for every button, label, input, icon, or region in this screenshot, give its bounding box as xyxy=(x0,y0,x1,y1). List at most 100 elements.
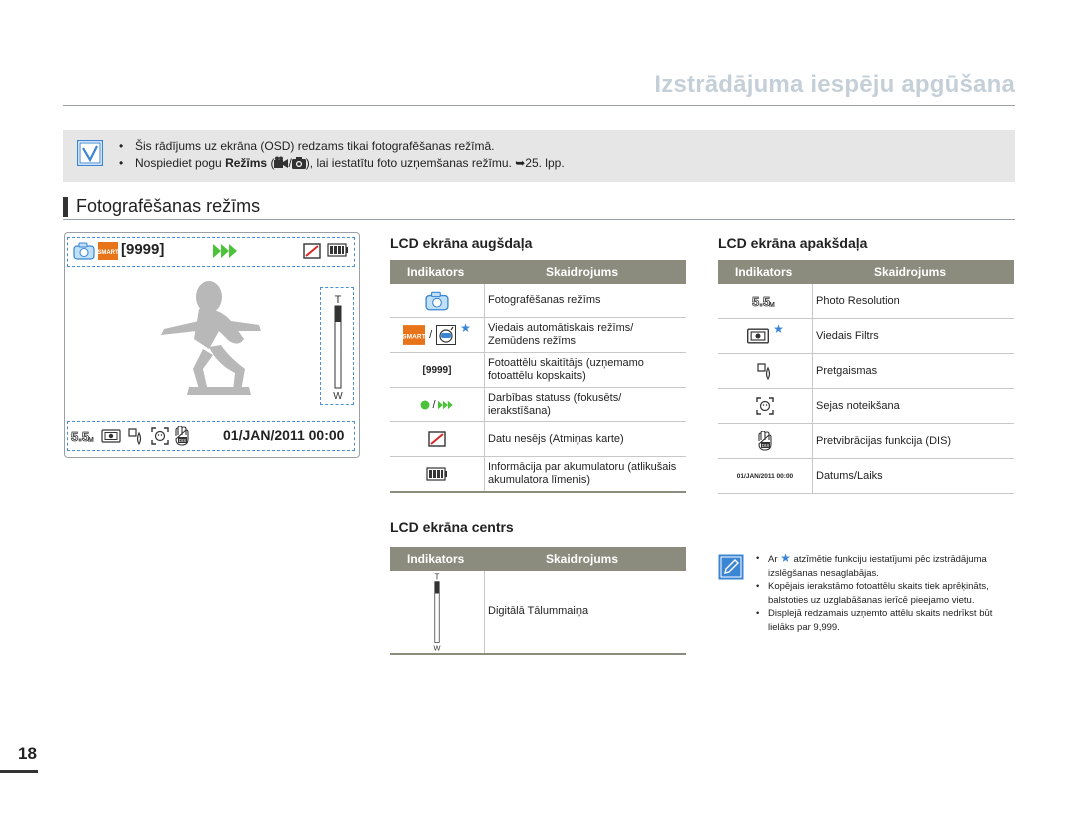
dis-icon: DIS xyxy=(758,431,772,451)
side-note-text: Displejā redzamais uzņemto attēlu skaits… xyxy=(768,608,993,633)
svg-text:T: T xyxy=(335,294,342,306)
row-description: Fotoattēlu skaitītājs (uzņemamo fotoattē… xyxy=(488,357,644,382)
row-indicator: TW xyxy=(390,571,484,653)
lcd-top-table: Indikators Skaidrojums Fotografēšanas re… xyxy=(390,260,686,493)
note-text-2b: ( xyxy=(267,156,275,170)
cell-divider xyxy=(812,389,813,423)
row-indicator: 5.5 M xyxy=(718,284,812,318)
svg-text:W: W xyxy=(434,644,441,652)
svg-text:SMART: SMART xyxy=(98,250,118,256)
cell-divider xyxy=(812,354,813,388)
row-description: Sejas noteikšana xyxy=(816,400,900,412)
section-heading: Fotografēšanas režīms xyxy=(63,194,1015,220)
page-number: 18 xyxy=(18,744,37,763)
table-bottom-line xyxy=(390,653,686,655)
battery-icon xyxy=(426,467,447,481)
cell-divider xyxy=(484,353,485,387)
svg-text:DIS: DIS xyxy=(179,438,187,443)
focus-dot-icon xyxy=(420,400,430,409)
note-text-2a: Nospiediet pogu xyxy=(135,156,226,170)
smart-auto-icon: SMART xyxy=(403,325,426,345)
svg-text:SMART: SMART xyxy=(403,333,425,340)
svg-text:T: T xyxy=(435,572,440,581)
col-description: Skaidrojums xyxy=(546,265,619,279)
note-list: Šis rādījums uz ekrāna (OSD) redzams tik… xyxy=(115,138,565,172)
camera-mode-icon xyxy=(425,291,449,310)
date-time-label: 01/JAN/2011 00:00 xyxy=(736,473,794,480)
page-header: Izstrādājuma iespēju apgūšana xyxy=(63,66,1015,106)
non-persistent-star-icon: ★ xyxy=(773,322,784,336)
svg-text:W: W xyxy=(333,391,343,401)
cell-divider xyxy=(484,422,485,456)
row-description: Digitālā Tālummaiņa xyxy=(488,605,589,617)
side-note-text: Kopējais ierakstāmo fotoattēlu skaits ti… xyxy=(768,581,989,606)
table-row: / Darbības statuss (fokusēts/ ierakstīša… xyxy=(390,388,686,422)
row-description: Viedais Filtrs xyxy=(816,330,879,342)
backlight-icon xyxy=(128,428,142,445)
row-description: Darbības statuss (fokusēts/ ierakstīšana… xyxy=(488,392,622,417)
cell-divider xyxy=(812,319,813,353)
indicator-separator: / xyxy=(432,398,436,411)
side-note-text: atzīmētie funkciju iestatījumi pēc izstr… xyxy=(768,554,987,579)
cell-divider xyxy=(484,388,485,421)
table-row: Sejas noteikšana xyxy=(718,389,1014,424)
table-row: SMART / ★ Viedais automātiskais režīms/ … xyxy=(390,318,686,353)
lcd-datetime: 01/JAN/2011 00:00 xyxy=(223,427,345,443)
page-title: Izstrādājuma iespēju apgūšana xyxy=(654,71,1015,98)
note-check-icon xyxy=(77,140,103,166)
section-title: Fotografēšanas režīms xyxy=(76,196,261,216)
svg-text:M: M xyxy=(769,302,775,309)
backlight-icon xyxy=(757,363,771,380)
row-description: Informācija par akumulatoru (atlikušais … xyxy=(488,461,677,486)
row-indicator: ★ xyxy=(718,319,812,353)
svg-text:5.5: 5.5 xyxy=(752,294,770,309)
table-row: Fotografēšanas režīms xyxy=(390,284,686,318)
row-indicator: 01/JAN/2011 00:00 xyxy=(718,459,812,494)
side-note-list: Ar ★ atzīmētie funkciju iestatījumi pēc … xyxy=(754,551,1014,634)
side-note-item: Displejā redzamais uzņemto attēlu skaits… xyxy=(754,607,1014,634)
table-header: Indikators Skaidrojums xyxy=(390,547,686,571)
col-description: Skaidrojums xyxy=(874,265,947,279)
smart-filter-icon xyxy=(747,328,770,344)
table-row: Datu nesējs (Atmiņas karte) xyxy=(390,422,686,457)
svg-text:M: M xyxy=(88,437,94,444)
cell-divider xyxy=(484,457,485,491)
table-bottom-line xyxy=(718,493,1014,494)
row-description: Datu nesējs (Atmiņas karte) xyxy=(488,433,624,445)
table-row: Pretgaismas xyxy=(718,354,1014,389)
cell-divider xyxy=(812,424,813,458)
photo-counter-label: [9999] xyxy=(422,364,452,376)
table-row: [9999] Fotoattēlu skaitītājs (uzņemamo f… xyxy=(390,353,686,388)
no-storage-icon xyxy=(303,243,321,259)
lcd-top-title: LCD ekrāna augšdaļa xyxy=(390,235,533,251)
row-description: Pretvibrācijas funkcija (DIS) xyxy=(816,435,952,447)
mode-button-label: Režīms xyxy=(225,156,268,170)
lcd-center-table: Indikators Skaidrojums TW Digitālā Tālum… xyxy=(390,547,686,655)
indicator-separator: / xyxy=(429,329,433,341)
no-storage-icon xyxy=(428,431,446,447)
lcd-bottom-table: Indikators Skaidrojums 5.5 M Photo Resolu… xyxy=(718,260,1014,494)
photo-counter: [9999] xyxy=(121,241,165,258)
row-description: Photo Resolution xyxy=(816,295,900,307)
cell-divider xyxy=(812,459,813,494)
cell-divider xyxy=(484,318,485,352)
row-description: Datums/Laiks xyxy=(816,470,883,482)
video-camera-icon xyxy=(274,156,289,168)
row-indicator: DIS xyxy=(718,424,812,458)
table-bottom-line xyxy=(390,491,686,493)
row-indicator xyxy=(718,354,812,388)
col-description: Skaidrojums xyxy=(546,552,619,566)
col-indicator: Indikators xyxy=(735,265,793,279)
recording-status-icon xyxy=(437,400,453,409)
table-row: DIS Pretvibrācijas funkcija (DIS) xyxy=(718,424,1014,459)
table-header: Indikators Skaidrojums xyxy=(390,260,686,284)
table-header: Indikators Skaidrojums xyxy=(718,260,1014,284)
row-indicator xyxy=(390,422,484,456)
battery-icon xyxy=(327,243,348,257)
photo-resolution-icon: 5.5M xyxy=(752,294,775,309)
table-row: ★ Viedais Filtrs xyxy=(718,319,1014,354)
note-item-osd: Šis rādījums uz ekrāna (OSD) redzams tik… xyxy=(115,138,565,155)
side-note-item: Ar ★ atzīmētie funkciju iestatījumi pēc … xyxy=(754,551,1014,580)
cell-divider xyxy=(484,571,485,653)
side-note-text: Ar xyxy=(768,554,781,565)
